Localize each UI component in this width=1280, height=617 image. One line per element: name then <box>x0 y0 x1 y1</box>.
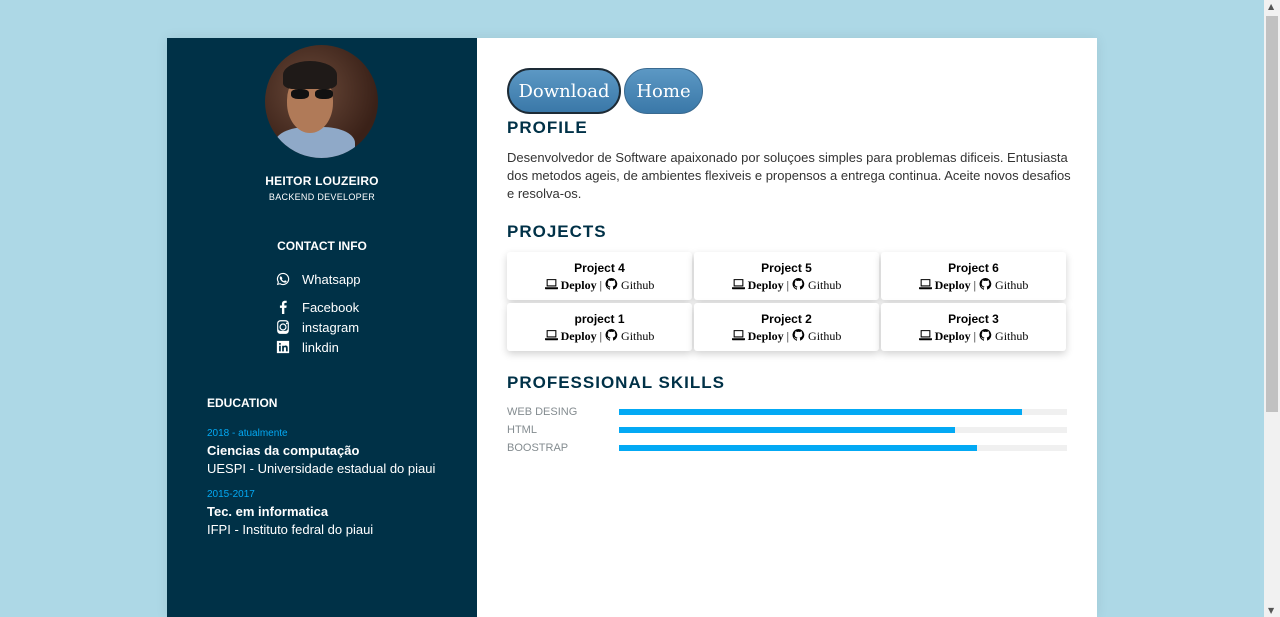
contact-facebook-label: Facebook <box>302 299 360 315</box>
skill-label: WEB DESING <box>507 406 578 418</box>
project-card: Project 3 Deploy | Github <box>881 303 1066 351</box>
link-separator: | <box>786 278 790 292</box>
education-course: Tec. em informatica <box>207 504 329 519</box>
profile-avatar <box>265 45 378 158</box>
skill-bar-fill <box>619 427 955 433</box>
deploy-link[interactable]: Deploy <box>561 329 597 343</box>
laptop-icon <box>544 279 558 290</box>
project-card: Project 2 Deploy | Github <box>694 303 879 351</box>
skill-bar <box>619 409 1067 415</box>
github-link[interactable]: Github <box>995 329 1028 343</box>
instagram-icon <box>275 320 290 335</box>
education-course: Ciencias da computação <box>207 443 360 458</box>
deploy-link[interactable]: Deploy <box>561 278 597 292</box>
profile-name: HEITOR LOUZEIRO <box>265 174 379 188</box>
github-link[interactable]: Github <box>808 329 841 343</box>
github-link[interactable]: Github <box>621 329 654 343</box>
link-separator: | <box>599 278 603 292</box>
skill-label: HTML <box>507 424 537 436</box>
projects-title: PROJECTS <box>507 222 607 241</box>
laptop-icon <box>731 330 745 341</box>
download-button[interactable]: Download <box>507 68 621 114</box>
contact-linkedin-label: linkdin <box>302 339 339 355</box>
scroll-up-arrow-icon[interactable]: ▲ <box>1268 2 1274 11</box>
page-scrollbar[interactable]: ▲ ▼ <box>1264 0 1280 617</box>
laptop-icon <box>731 279 745 290</box>
contact-whatsapp-label: Whatsapp <box>302 271 361 287</box>
project-card: Project 6 Deploy | Github <box>881 252 1066 300</box>
project-name: Project 3 <box>948 312 999 326</box>
laptop-icon <box>918 330 932 341</box>
education-title: EDUCATION <box>207 396 278 410</box>
skill-bar <box>619 445 1067 451</box>
github-icon <box>792 278 805 290</box>
scrollbar-thumb[interactable] <box>1266 16 1278 412</box>
github-icon <box>605 278 618 290</box>
contact-facebook-link[interactable]: Facebook <box>275 298 359 316</box>
project-name: project 1 <box>574 312 625 326</box>
contact-info-title: CONTACT INFO <box>277 239 367 253</box>
education-school: UESPI - Universidade estadual do piaui <box>207 461 436 476</box>
project-name: Project 5 <box>761 261 812 275</box>
skill-bar-fill <box>619 445 978 451</box>
sidebar: HEITOR LOUZEIRO BACKEND DEVELOPER CONTAC… <box>167 38 477 617</box>
project-card: project 1 Deploy | Github <box>507 303 692 351</box>
deploy-link[interactable]: Deploy <box>935 278 971 292</box>
education-years: 2015-2017 <box>207 489 255 500</box>
laptop-icon <box>544 330 558 341</box>
contact-instagram-label: instagram <box>302 319 360 335</box>
home-button[interactable]: Home <box>624 68 703 114</box>
project-name: Project 6 <box>948 261 999 275</box>
skill-bar-fill <box>619 409 1023 415</box>
link-separator: | <box>973 329 977 343</box>
deploy-link[interactable]: Deploy <box>748 329 784 343</box>
profile-title: PROFILE <box>507 118 588 137</box>
project-card: Project 5 Deploy | Github <box>694 252 879 300</box>
link-separator: | <box>973 278 977 292</box>
facebook-icon <box>275 300 290 315</box>
skill-bar <box>619 427 1067 433</box>
github-icon <box>605 329 618 341</box>
link-separator: | <box>786 329 790 343</box>
github-icon <box>792 329 805 341</box>
github-link[interactable]: Github <box>995 278 1028 292</box>
project-name: Project 4 <box>574 261 625 275</box>
contact-whatsapp-link[interactable]: Whatsapp <box>275 270 361 288</box>
linkedin-icon <box>275 340 290 355</box>
main-content: Download Home PROFILE Desenvolvedor de S… <box>477 38 1097 617</box>
whatsapp-icon <box>275 272 290 287</box>
github-link[interactable]: Github <box>808 278 841 292</box>
skills-title: PROFESSIONAL SKILLS <box>507 373 725 392</box>
project-name: Project 2 <box>761 312 812 326</box>
project-card: Project 4 Deploy | Github <box>507 252 692 300</box>
link-separator: | <box>599 329 603 343</box>
deploy-link[interactable]: Deploy <box>935 329 971 343</box>
laptop-icon <box>918 279 932 290</box>
github-icon <box>979 278 992 290</box>
contact-linkedin-link[interactable]: linkdin <box>275 338 339 356</box>
deploy-link[interactable]: Deploy <box>748 278 784 292</box>
skill-label: BOOSTRAP <box>507 442 569 454</box>
education-school: IFPI - Instituto fedral do piaui <box>207 522 374 537</box>
github-link[interactable]: Github <box>621 278 654 292</box>
scroll-down-arrow-icon[interactable]: ▼ <box>1268 606 1274 615</box>
profile-text: Desenvolvedor de Software apaixonado por… <box>507 150 1071 201</box>
education-years: 2018 - atualmente <box>207 428 288 439</box>
resume-container: HEITOR LOUZEIRO BACKEND DEVELOPER CONTAC… <box>167 38 1097 617</box>
profile-role: BACKEND DEVELOPER <box>268 192 376 202</box>
github-icon <box>979 329 992 341</box>
contact-instagram-link[interactable]: instagram <box>275 318 359 336</box>
